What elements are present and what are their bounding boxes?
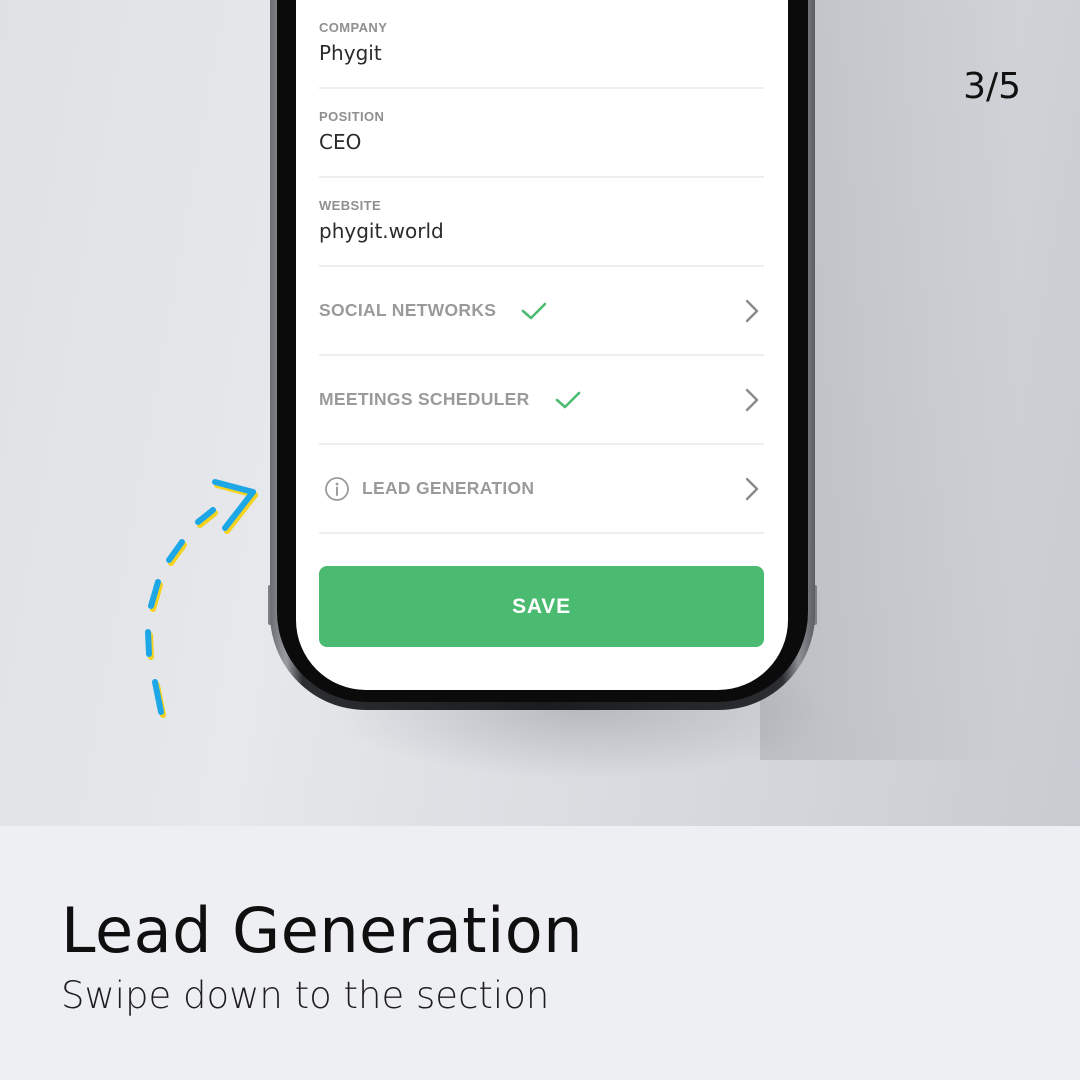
position-value: CEO bbox=[319, 130, 362, 154]
meetings-scheduler-row[interactable]: MEETINGS SCHEDULER bbox=[319, 356, 764, 445]
caption-subtitle: Swipe down to the section bbox=[61, 974, 550, 1017]
website-label: WEBSITE bbox=[319, 198, 382, 213]
position-field[interactable]: POSITION CEO bbox=[319, 89, 764, 178]
caption-panel: Lead Generation Swipe down to the sectio… bbox=[0, 826, 1080, 1080]
phone-screen: COMPANY Phygit POSITION CEO WEBSITE phyg… bbox=[296, 0, 788, 690]
info-icon bbox=[325, 476, 349, 501]
caption-title: Lead Generation bbox=[61, 894, 584, 967]
company-value: Phygit bbox=[319, 41, 382, 65]
lead-generation-row[interactable]: LEAD GENERATION bbox=[319, 445, 764, 534]
check-icon bbox=[555, 391, 580, 408]
company-label: COMPANY bbox=[319, 20, 388, 35]
save-button[interactable]: SAVE bbox=[319, 566, 764, 647]
website-value: phygit.world bbox=[319, 219, 444, 243]
website-field[interactable]: WEBSITE phygit.world bbox=[319, 178, 764, 267]
background-stage: COMPANY Phygit POSITION CEO WEBSITE phyg… bbox=[0, 0, 1080, 826]
chevron-right-icon bbox=[745, 388, 759, 412]
chevron-right-icon bbox=[745, 299, 759, 323]
lead-generation-label: LEAD GENERATION bbox=[362, 478, 535, 498]
page-counter: 3/5 bbox=[963, 66, 1021, 107]
position-label: POSITION bbox=[319, 109, 385, 124]
dashed-arrow-icon bbox=[145, 479, 258, 718]
chevron-right-icon bbox=[745, 477, 759, 501]
check-icon bbox=[521, 302, 547, 319]
social-networks-row[interactable]: SOCIAL NETWORKS bbox=[319, 267, 764, 356]
social-networks-label: SOCIAL NETWORKS bbox=[319, 300, 497, 320]
meetings-scheduler-label: MEETINGS SCHEDULER bbox=[319, 389, 530, 409]
company-field[interactable]: COMPANY Phygit bbox=[319, 0, 764, 89]
